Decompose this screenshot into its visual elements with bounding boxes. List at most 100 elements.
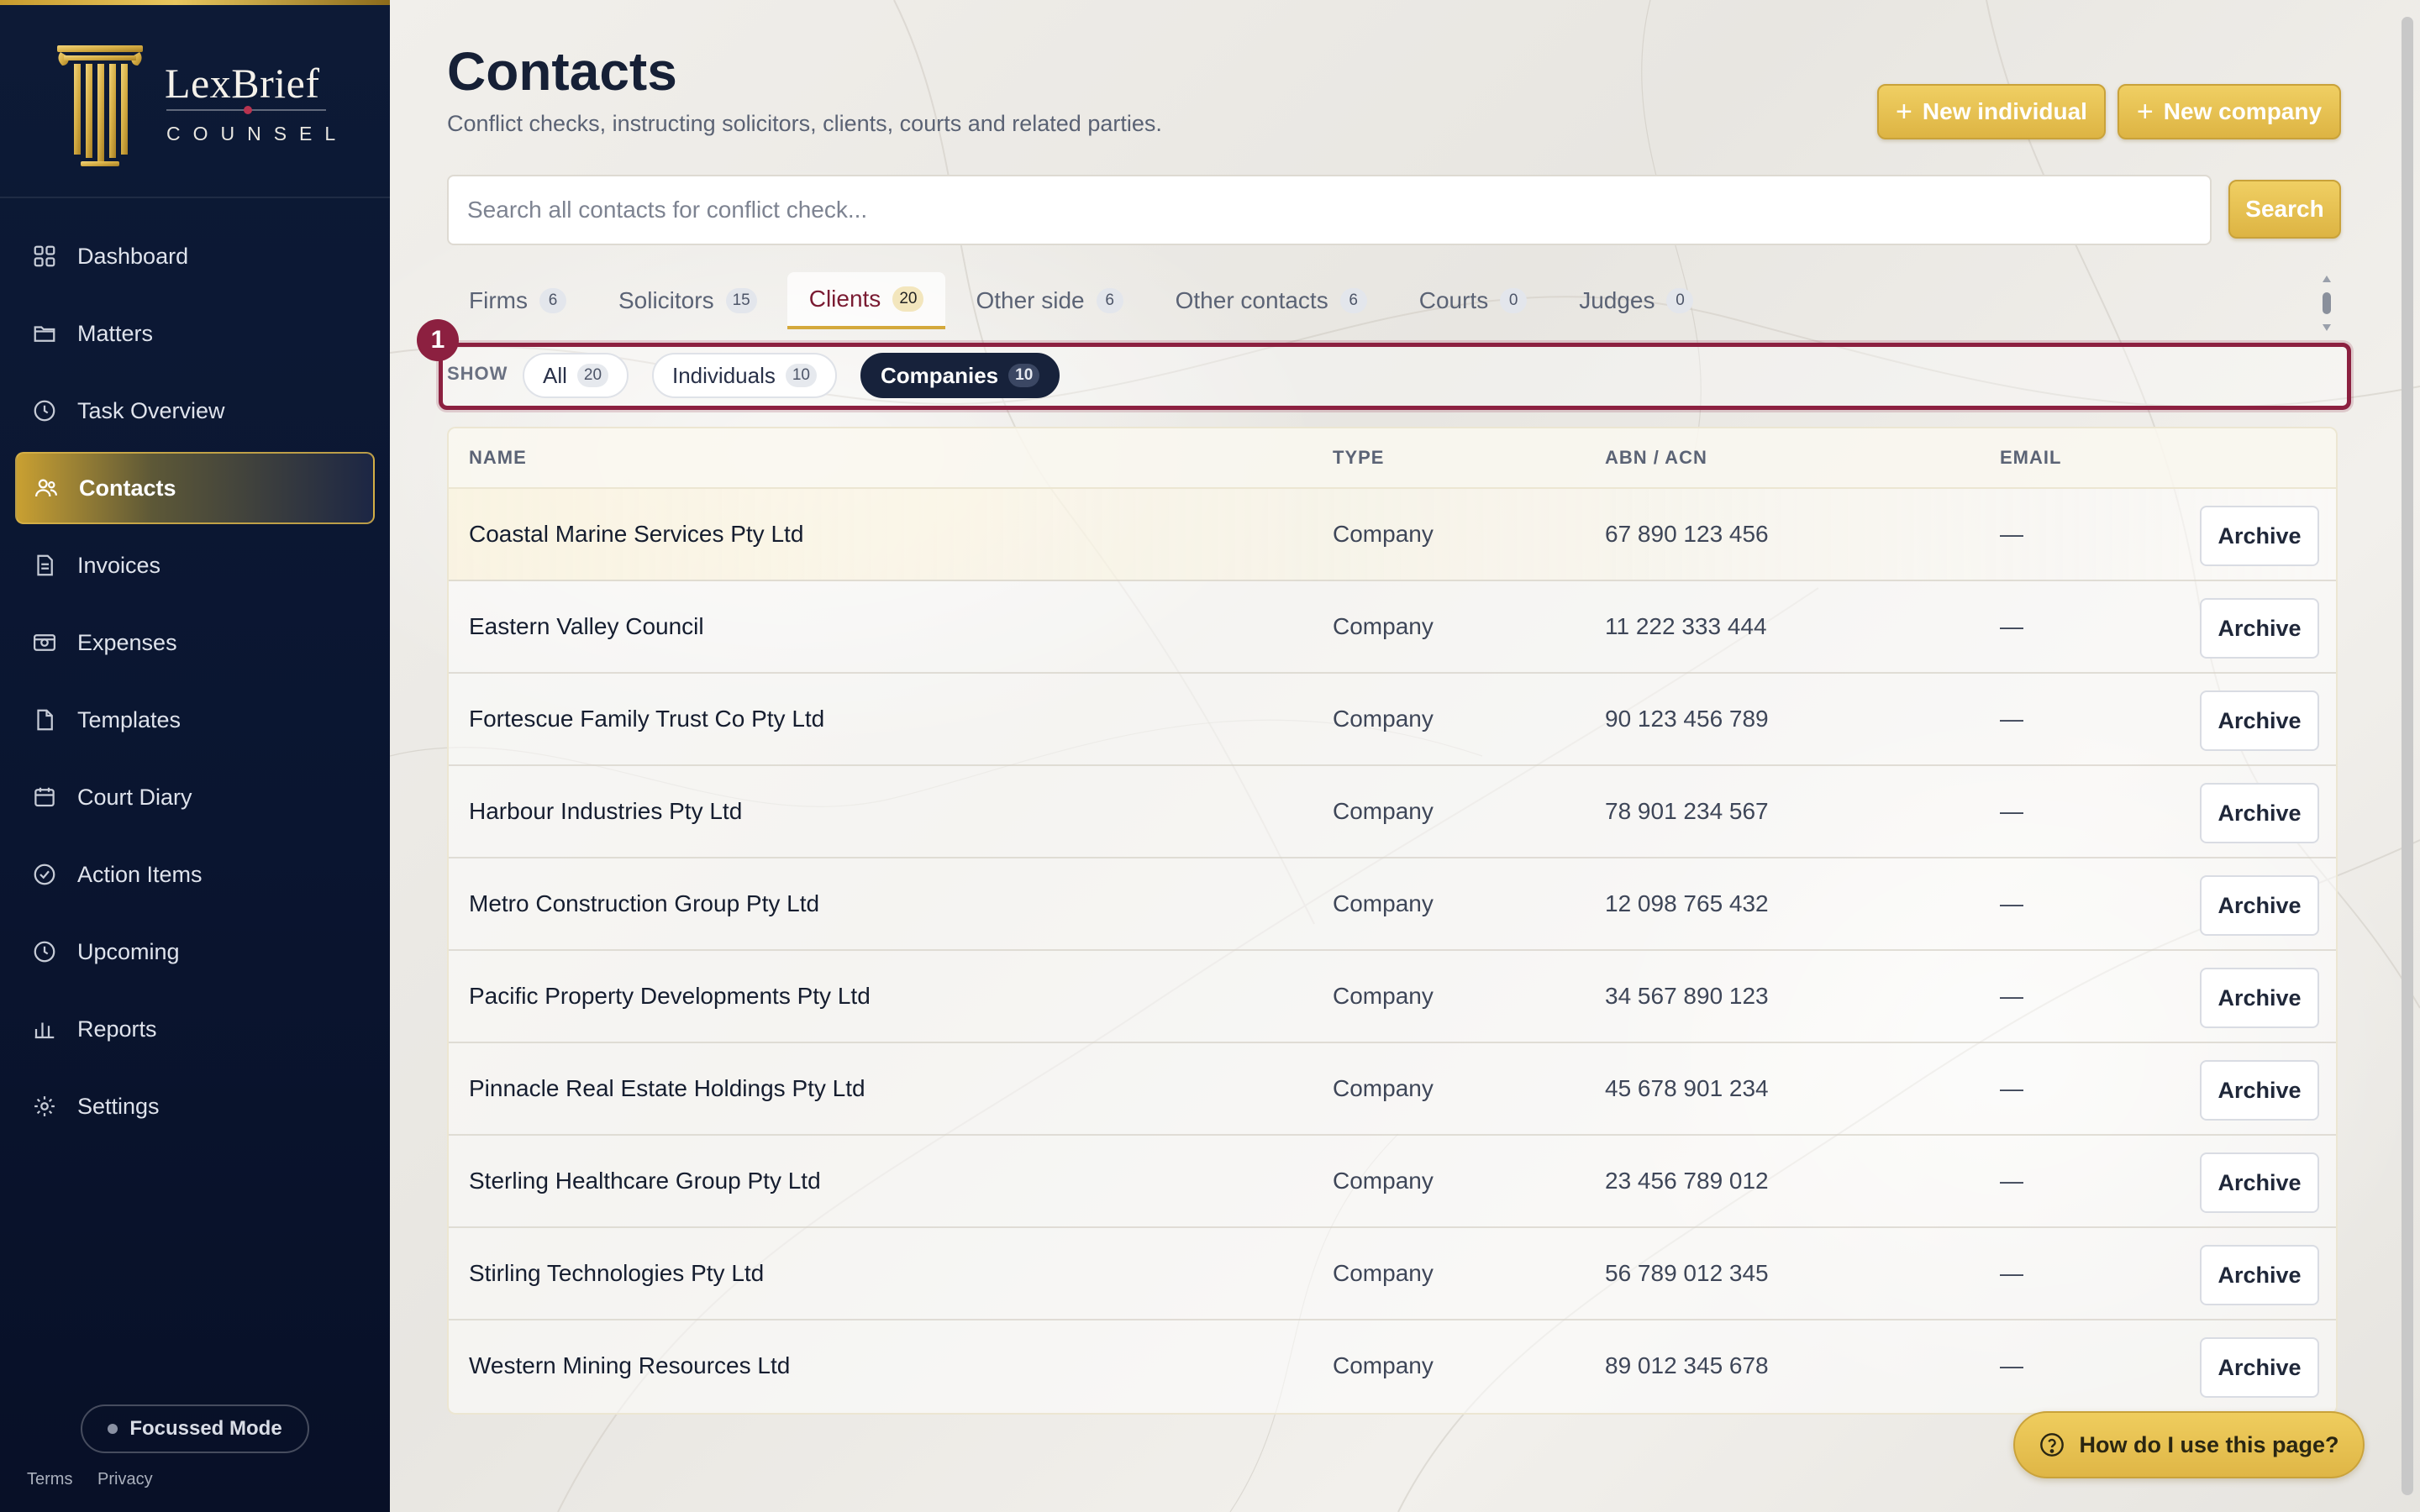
sidebar-item-label: Settings — [77, 1093, 160, 1119]
contact-name[interactable]: Eastern Valley Council — [469, 613, 704, 640]
column-header-name[interactable]: NAME — [469, 447, 527, 469]
plus-icon: + — [2136, 95, 2154, 128]
tab-firms[interactable]: Firms 6 — [447, 272, 588, 329]
contact-name[interactable]: Sterling Healthcare Group Pty Ltd — [469, 1168, 821, 1194]
table-row[interactable]: Stirling Technologies Pty Ltd Company 56… — [449, 1228, 2336, 1320]
check-circle-icon — [32, 862, 57, 887]
search-input[interactable] — [447, 175, 2212, 245]
contact-email: — — [2000, 890, 2023, 916]
pill-count-badge: 10 — [1008, 364, 1040, 387]
table-row[interactable]: Western Mining Resources Ltd Company 89 … — [449, 1320, 2336, 1413]
gear-icon — [32, 1094, 57, 1119]
archive-button[interactable]: Archive — [2200, 506, 2319, 566]
tab-courts[interactable]: Courts 0 — [1397, 272, 1549, 329]
archive-button[interactable]: Archive — [2200, 598, 2319, 659]
grid-icon — [32, 244, 57, 269]
sidebar-item-upcoming[interactable]: Upcoming — [15, 916, 375, 988]
sidebar-item-reports[interactable]: Reports — [15, 993, 375, 1065]
sidebar-item-templates[interactable]: Templates — [15, 684, 375, 756]
page-scrollbar[interactable] — [2400, 17, 2415, 1495]
contact-abn: 11 222 333 444 — [1605, 613, 1767, 639]
tab-other-contacts[interactable]: Other contacts 6 — [1154, 272, 1389, 329]
table-row[interactable]: Eastern Valley Council Company 11 222 33… — [449, 581, 2336, 674]
contact-email: — — [2000, 521, 2023, 547]
help-button[interactable]: How do I use this page? — [2013, 1411, 2365, 1478]
table-row[interactable]: Pinnacle Real Estate Holdings Pty Ltd Co… — [449, 1043, 2336, 1136]
contact-name[interactable]: Stirling Technologies Pty Ltd — [469, 1260, 764, 1287]
filter-pill-companies[interactable]: Companies 10 — [860, 353, 1060, 398]
terms-link[interactable]: Terms — [27, 1470, 72, 1488]
contact-name[interactable]: Fortescue Family Trust Co Pty Ltd — [469, 706, 824, 732]
contact-name[interactable]: Pinnacle Real Estate Holdings Pty Ltd — [469, 1075, 865, 1102]
plus-icon: + — [1896, 95, 1912, 128]
contact-abn: 67 890 123 456 — [1605, 521, 1769, 547]
contact-type: Company — [1333, 613, 1434, 639]
archive-button[interactable]: Archive — [2200, 783, 2319, 843]
show-label: SHOW — [447, 363, 508, 384]
tab-scroll-indicator-icon[interactable] — [2321, 274, 2333, 333]
table-row[interactable]: Coastal Marine Services Pty Ltd Company … — [449, 489, 2336, 581]
column-header-type[interactable]: TYPE — [1333, 447, 1384, 469]
sidebar-item-task-overview[interactable]: Task Overview — [15, 375, 375, 447]
contact-name[interactable]: Pacific Property Developments Pty Ltd — [469, 983, 871, 1010]
sidebar-item-label: Action Items — [77, 861, 203, 887]
table-row[interactable]: Sterling Healthcare Group Pty Ltd Compan… — [449, 1136, 2336, 1228]
contact-name[interactable]: Coastal Marine Services Pty Ltd — [469, 521, 803, 548]
sidebar-item-label: Invoices — [77, 552, 161, 578]
tab-label: Courts — [1418, 287, 1489, 313]
scrollbar-thumb[interactable] — [2402, 17, 2413, 1495]
tab-label: Solicitors — [618, 287, 714, 313]
sidebar-item-matters[interactable]: Matters — [15, 297, 375, 370]
contact-name[interactable]: Metro Construction Group Pty Ltd — [469, 890, 819, 917]
filter-pill-individuals[interactable]: Individuals 10 — [652, 353, 837, 398]
sidebar-item-action-items[interactable]: Action Items — [15, 838, 375, 911]
archive-button[interactable]: Archive — [2200, 690, 2319, 751]
archive-button[interactable]: Archive — [2200, 1060, 2319, 1121]
tab-other-side[interactable]: Other side 6 — [954, 272, 1144, 329]
tab-label: Judges — [1579, 287, 1655, 313]
contact-abn: 23 456 789 012 — [1605, 1168, 1769, 1194]
pill-count-badge: 10 — [785, 364, 817, 387]
archive-button[interactable]: Archive — [2200, 875, 2319, 936]
tab-count-badge: 6 — [1096, 288, 1123, 313]
filter-pill-all[interactable]: All 20 — [523, 353, 629, 398]
search-button[interactable]: Search — [2228, 180, 2341, 239]
sidebar-item-dashboard[interactable]: Dashboard — [15, 220, 375, 292]
sidebar-item-label: Upcoming — [77, 938, 180, 964]
tab-solicitors[interactable]: Solicitors 15 — [597, 272, 779, 329]
sidebar-item-contacts[interactable]: Contacts — [15, 452, 375, 524]
tab-judges[interactable]: Judges 0 — [1557, 272, 1715, 329]
table-row[interactable]: Metro Construction Group Pty Ltd Company… — [449, 858, 2336, 951]
sidebar-item-court-diary[interactable]: Court Diary — [15, 761, 375, 833]
brand[interactable]: LexBrief COUNSEL — [0, 5, 390, 198]
calendar-icon — [32, 785, 57, 810]
archive-button[interactable]: Archive — [2200, 968, 2319, 1028]
focussed-mode-button[interactable]: Focussed Mode — [81, 1404, 309, 1453]
privacy-link[interactable]: Privacy — [97, 1470, 153, 1488]
contact-type: Company — [1333, 706, 1434, 732]
column-header-email[interactable]: EMAIL — [2000, 447, 2061, 469]
tab-count-badge: 0 — [1500, 288, 1528, 313]
new-individual-button[interactable]: + New individual — [1877, 84, 2106, 139]
contact-name[interactable]: Western Mining Resources Ltd — [469, 1352, 790, 1379]
new-company-button[interactable]: + New company — [2118, 84, 2341, 139]
archive-button[interactable]: Archive — [2200, 1245, 2319, 1305]
archive-button[interactable]: Archive — [2200, 1337, 2319, 1398]
contact-email: — — [2000, 1352, 2023, 1378]
table-row[interactable]: Fortescue Family Trust Co Pty Ltd Compan… — [449, 674, 2336, 766]
table-row[interactable]: Pacific Property Developments Pty Ltd Co… — [449, 951, 2336, 1043]
sidebar-item-label: Matters — [77, 320, 154, 346]
table-row[interactable]: Harbour Industries Pty Ltd Company 78 90… — [449, 766, 2336, 858]
sidebar-item-expenses[interactable]: Expenses — [15, 606, 375, 679]
archive-button[interactable]: Archive — [2200, 1152, 2319, 1213]
contact-type: Company — [1333, 1075, 1434, 1101]
contacts-table: NAME TYPE ABN / ACN EMAIL Coastal Marine… — [447, 427, 2338, 1415]
contact-name[interactable]: Harbour Industries Pty Ltd — [469, 798, 742, 825]
tab-clients[interactable]: Clients 20 — [786, 272, 946, 329]
sidebar-item-settings[interactable]: Settings — [15, 1070, 375, 1142]
file-icon — [32, 707, 57, 732]
contact-abn: 89 012 345 678 — [1605, 1352, 1769, 1378]
sidebar-item-label: Court Diary — [77, 784, 192, 810]
sidebar-item-invoices[interactable]: Invoices — [15, 529, 375, 601]
column-header-abn[interactable]: ABN / ACN — [1605, 447, 1707, 469]
